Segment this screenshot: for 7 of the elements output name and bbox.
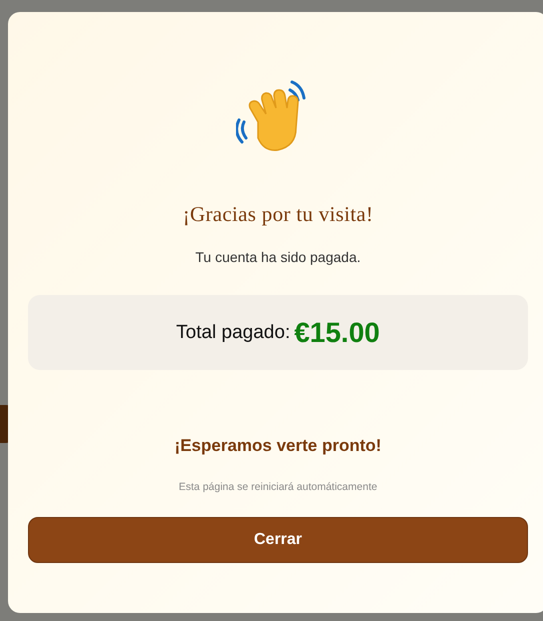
dialog-title: ¡Gracias por tu visita!	[182, 202, 374, 227]
payment-message: Tu cuenta ha sido pagada.	[195, 249, 361, 265]
close-button[interactable]: Cerrar	[28, 517, 528, 563]
farewell-text: ¡Esperamos verte pronto!	[174, 436, 382, 456]
total-label: Total pagado:	[176, 322, 290, 344]
reset-note: Esta página se reiniciará automáticamente	[178, 481, 378, 493]
total-amount: €15.00	[294, 316, 380, 348]
